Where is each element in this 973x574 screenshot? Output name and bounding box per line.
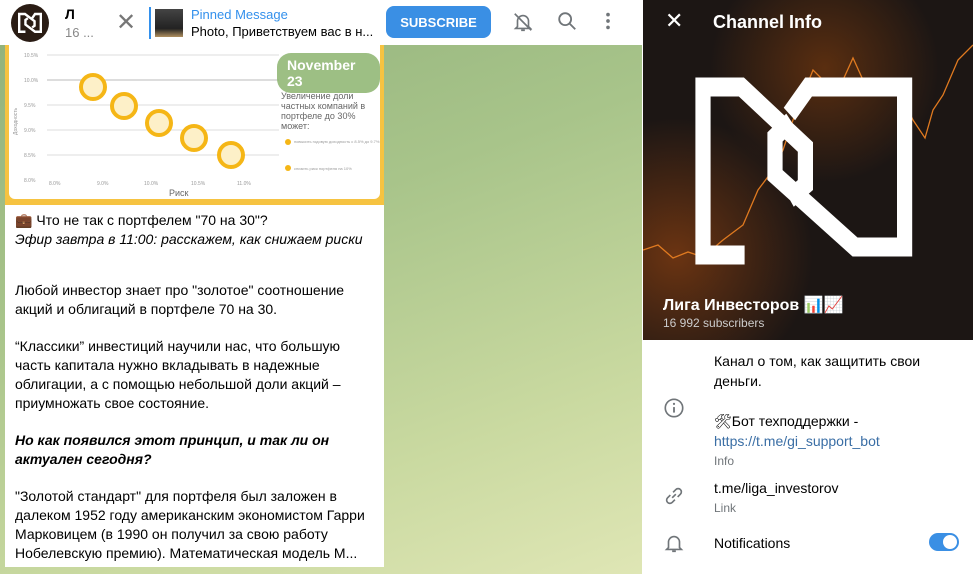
message-photo[interactable]: 10.5% 10.0% 9.5% 9.0% 8.5% 8.0% 8.0% 9.0… bbox=[5, 45, 384, 205]
y-tick: 8.5% bbox=[24, 153, 36, 159]
bell-off-icon[interactable] bbox=[512, 10, 534, 34]
info-section: Канал о том, как защитить свои деньги. 🛠… bbox=[714, 351, 954, 471]
pinned-thumbnail bbox=[155, 8, 183, 37]
message-paragraph: Любой инвестор знает про "золотое" соотн… bbox=[15, 282, 345, 317]
y-tick: 9.5% bbox=[24, 103, 36, 109]
bell-icon bbox=[664, 535, 684, 553]
channel-description: Канал о том, как защитить свои деньги. bbox=[714, 353, 921, 389]
panel-title: Channel Info bbox=[713, 12, 822, 32]
message-text: 💼 Что не так с портфелем "70 на 30"? Эфи… bbox=[5, 205, 384, 567]
channel-avatar[interactable] bbox=[11, 3, 49, 42]
channel-cover: ✕ Channel Info Лига Инвесторов 📊📈 16 992… bbox=[643, 0, 973, 340]
link-label: Link bbox=[714, 501, 737, 515]
x-tick: 10.0% bbox=[144, 181, 159, 187]
close-icon[interactable]: ✕ bbox=[111, 8, 141, 37]
message-subtitle: Эфир завтра в 11:00: расскажем, как сниж… bbox=[15, 231, 363, 247]
pinned-message[interactable]: Pinned Message Photo, Приветствуем вас в … bbox=[149, 6, 374, 39]
x-tick: 10.5% bbox=[191, 181, 206, 187]
date-badge: November 23 bbox=[277, 53, 380, 93]
x-tick: 11.0% bbox=[237, 181, 251, 187]
channel-name: Лига Инвесторов 📊📈 bbox=[663, 297, 844, 314]
search-icon[interactable] bbox=[556, 10, 578, 32]
message-bubble: 10.5% 10.0% 9.5% 9.0% 8.5% 8.0% 8.0% 9.0… bbox=[5, 45, 384, 567]
channel-info-panel: ✕ Channel Info Лига Инвесторов 📊📈 16 992… bbox=[643, 0, 973, 574]
channel-link[interactable]: t.me/liga_investorov bbox=[714, 478, 839, 498]
link-icon bbox=[665, 487, 683, 505]
x-tick: 9.0% bbox=[97, 181, 109, 187]
more-vertical-icon[interactable] bbox=[600, 10, 616, 32]
y-tick: 8.0% bbox=[24, 178, 36, 184]
y-tick: 10.5% bbox=[24, 53, 39, 59]
photo-note: повысить годовую доходность с 8.5% до 9.… bbox=[294, 139, 380, 144]
channel-title[interactable]: Л bbox=[65, 6, 105, 22]
x-tick: 8.0% bbox=[49, 181, 61, 187]
subscriber-count: 16 992 subscribers bbox=[663, 316, 765, 330]
info-icon bbox=[664, 398, 684, 418]
support-text: 🛠Бот техподдержки - bbox=[714, 413, 859, 429]
pinned-label: Pinned Message bbox=[191, 6, 288, 22]
notifications-label: Notifications bbox=[714, 535, 791, 551]
chat-header: Л 16 ... ✕ Pinned Message Photo, Приветств… bbox=[0, 0, 642, 45]
y-tick: 9.0% bbox=[24, 128, 36, 134]
x-axis-label: Риск bbox=[169, 188, 189, 198]
chat-area: Л 16 ... ✕ Pinned Message Photo, Приветств… bbox=[0, 0, 642, 574]
channel-subtitle: 16 ... bbox=[65, 24, 94, 40]
photo-note: снизить риск портфеля на 10% bbox=[294, 166, 352, 171]
support-link[interactable]: https://t.me/gi_support_bot bbox=[714, 433, 880, 449]
pinned-text: Photo, Приветствуем вас в н... bbox=[191, 23, 374, 39]
message-paragraph: Но как появился этот принцип, и так ли о… bbox=[15, 432, 330, 467]
notifications-toggle[interactable] bbox=[929, 533, 959, 551]
message-paragraph: “Классики” инвестиций научили нас, что б… bbox=[15, 338, 341, 411]
info-label: Info bbox=[714, 454, 735, 468]
y-axis-label: Доходность bbox=[13, 107, 19, 135]
message-paragraph: "Золотой стандарт" для портфеля был зало… bbox=[15, 488, 365, 561]
subscribe-button[interactable]: SUBSCRIBE bbox=[386, 6, 491, 38]
close-panel-icon[interactable]: ✕ bbox=[665, 8, 683, 34]
message-title: 💼 Что не так с портфелем "70 на 30"? bbox=[15, 212, 268, 228]
photo-note: Увеличение доли частных компаний в портф… bbox=[281, 91, 366, 131]
y-tick: 10.0% bbox=[24, 78, 39, 84]
cover-graphic bbox=[643, 44, 973, 265]
link-section[interactable]: t.me/liga_investorov Link bbox=[714, 478, 839, 518]
